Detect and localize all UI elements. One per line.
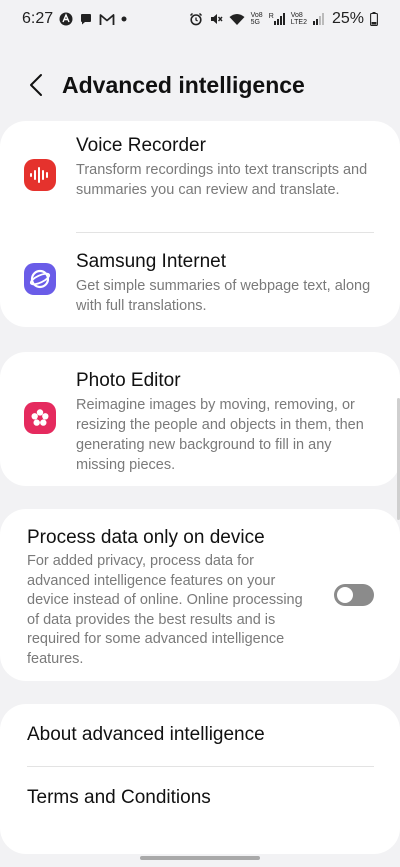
app-description: Get simple summaries of webpage text, al… — [76, 278, 371, 314]
toggle-knob — [337, 587, 353, 603]
links-card: About advanced intelligence Terms and Co… — [0, 704, 400, 854]
network-1-labels: Vo8 5G — [251, 12, 263, 26]
assistant-icon — [59, 12, 73, 26]
mute-icon — [209, 12, 223, 26]
app-description: Reimagine images by moving, removing, or… — [76, 397, 364, 473]
app-item-photo-editor[interactable]: Photo Editor Reimagine images by moving,… — [0, 352, 400, 486]
status-bar-left: 6:27 — [22, 10, 127, 28]
app-name: Photo Editor — [76, 370, 181, 391]
network-2-type: LTE2 — [290, 19, 307, 26]
process-data-description: For added privacy, process data for adva… — [27, 553, 303, 667]
app-item-voice-recorder[interactable]: Voice Recorder Transform recordings into… — [0, 121, 400, 233]
app-text-samsung-internet: Samsung Internet Get simple summaries of… — [76, 250, 374, 316]
network-1-type: 5G — [250, 19, 260, 26]
app-description: Transform recordings into text transcrip… — [76, 162, 368, 198]
status-bar-right: Vo8 5G R Vo8 LTE2 25% — [189, 10, 378, 28]
app-name: Samsung Internet — [76, 251, 226, 272]
process-data-title: Process data only on device — [27, 527, 265, 548]
navigation-gesture-handle[interactable] — [140, 856, 260, 860]
apps-card-1: Voice Recorder Transform recordings into… — [0, 121, 400, 327]
app-name: Voice Recorder — [76, 135, 206, 156]
page-title: Advanced intelligence — [62, 71, 305, 98]
process-data-card[interactable]: Process data only on device For added pr… — [0, 509, 400, 681]
gmail-icon — [99, 13, 115, 26]
signal-2-icon — [312, 13, 324, 25]
battery-icon — [370, 12, 378, 26]
signal-1-icon — [273, 13, 285, 25]
terms-and-conditions-link[interactable]: Terms and Conditions — [0, 767, 400, 829]
process-data-toggle[interactable] — [334, 584, 374, 606]
battery-percent: 25% — [331, 10, 364, 27]
advanced-intelligence-screen: 6:27 Vo8 5G R Vo8 LTE2 25% Advanced inte… — [0, 0, 400, 867]
app-item-samsung-internet[interactable]: Samsung Internet Get simple summaries of… — [0, 233, 400, 327]
status-bar: 6:27 Vo8 5G R Vo8 LTE2 25% — [0, 0, 400, 38]
photo-editor-icon — [24, 402, 56, 434]
link-label: Terms and Conditions — [27, 787, 211, 808]
app-text-photo-editor: Photo Editor Reimagine images by moving,… — [76, 369, 374, 475]
back-button[interactable] — [16, 65, 56, 105]
signal-1-group: R — [269, 13, 285, 25]
header: Advanced intelligence — [0, 60, 400, 110]
app-text-voice-recorder: Voice Recorder Transform recordings into… — [76, 134, 374, 200]
link-label: About advanced intelligence — [27, 724, 265, 745]
voice-recorder-icon — [24, 159, 56, 191]
more-notifications-dot-icon — [121, 16, 127, 22]
alarm-icon — [189, 12, 203, 26]
network-2-labels: Vo8 LTE2 — [291, 12, 307, 26]
status-time: 6:27 — [22, 10, 54, 27]
about-advanced-intelligence-link[interactable]: About advanced intelligence — [0, 704, 400, 766]
chat-bubble-icon — [79, 12, 93, 26]
back-arrow-icon — [30, 74, 42, 96]
samsung-internet-icon — [24, 263, 56, 295]
apps-card-2: Photo Editor Reimagine images by moving,… — [0, 352, 400, 486]
network-1-label: Vo8 — [250, 12, 263, 19]
network-2-label: Vo8 — [290, 12, 303, 19]
wifi-icon — [229, 13, 245, 26]
